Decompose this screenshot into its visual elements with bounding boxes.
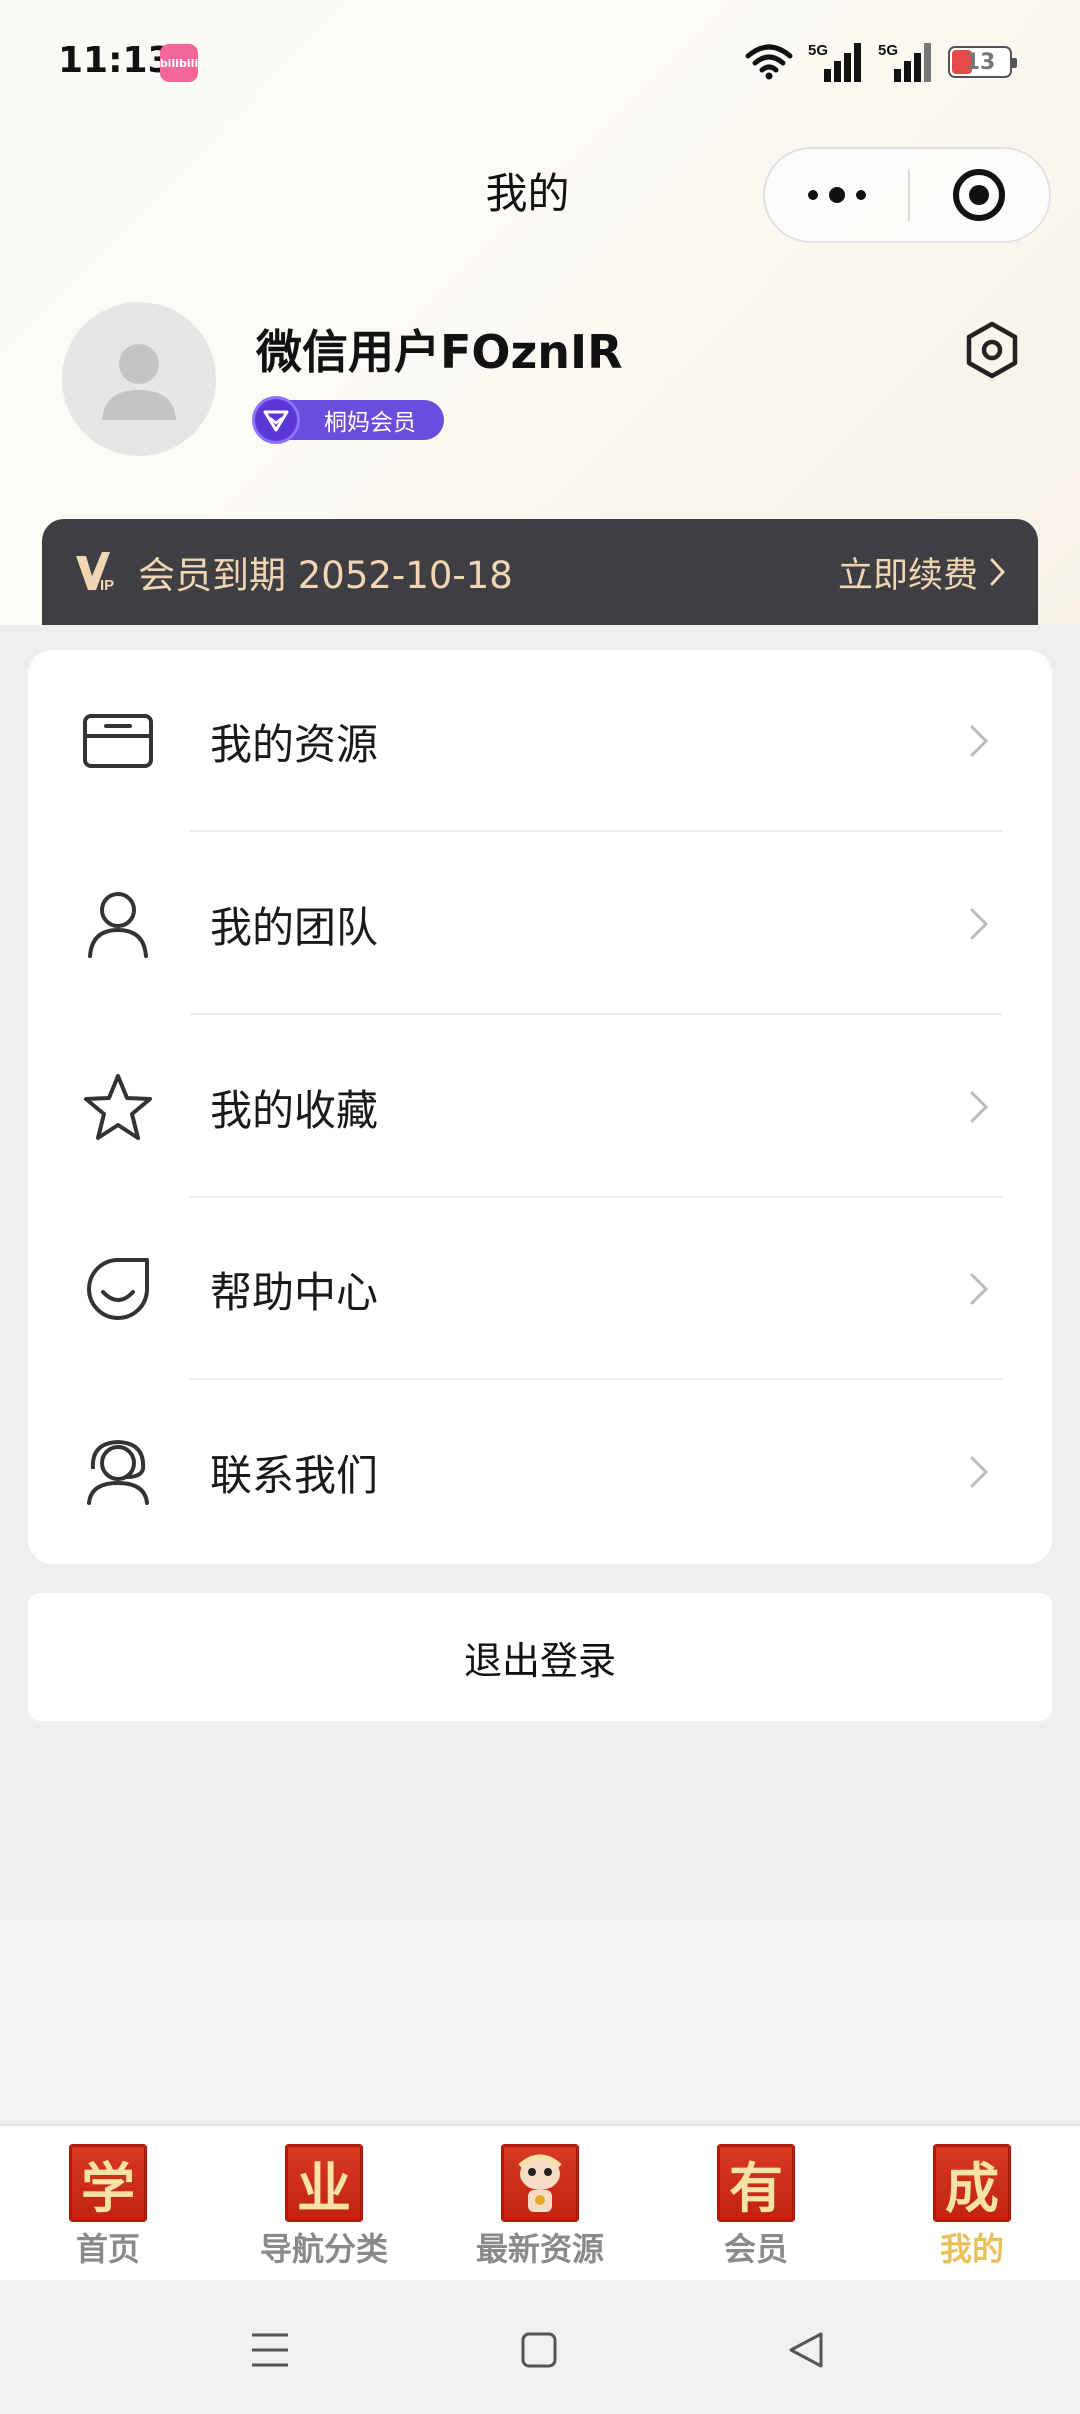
tab-membership-icon: 有 (717, 2144, 795, 2222)
cellular-signal-icon: 5G (808, 42, 861, 82)
tab-categories[interactable]: 业 导航分类 (216, 2126, 432, 2280)
close-miniprogram-button[interactable] (910, 149, 1049, 241)
vip-membership-bar[interactable]: IP 会员到期 2052-10-18 立即续费 (42, 519, 1038, 625)
tab-latest-resources[interactable]: 最新资源 (432, 2126, 648, 2280)
menu-card: 我的资源 我的团队 我的收藏 帮助中心 联系我们 (28, 650, 1052, 1564)
chevron-right-icon (970, 908, 989, 940)
bilibili-app-icon: bilibili (160, 44, 198, 82)
status-time: 11:13 (58, 40, 173, 81)
chevron-right-icon (970, 1273, 989, 1305)
menu-item-contact-us[interactable]: 联系我们 (28, 1381, 1052, 1563)
recent-apps-button[interactable] (240, 2320, 300, 2380)
chevron-right-icon (990, 558, 1006, 586)
more-button[interactable] (765, 149, 908, 241)
chevron-right-icon (970, 1091, 989, 1123)
username: 微信用户FOznIR (256, 325, 623, 379)
tab-membership[interactable]: 有 会员 (648, 2126, 864, 2280)
smile-icon (80, 1251, 156, 1327)
chevron-right-icon (970, 1456, 989, 1488)
tab-label: 最新资源 (475, 2230, 604, 2268)
battery-level: 13 (964, 49, 996, 75)
tab-label: 导航分类 (259, 2230, 388, 2268)
chevron-right-icon (970, 725, 989, 757)
vip-logo-icon: IP (76, 552, 114, 594)
wifi-icon (745, 44, 793, 80)
menu-label: 我的团队 (210, 902, 379, 952)
tab-mine[interactable]: 成 我的 (864, 2126, 1080, 2280)
menu-item-help-center[interactable]: 帮助中心 (28, 1198, 1052, 1380)
tab-label: 会员 (723, 2230, 788, 2268)
menu-lines-icon (252, 2333, 288, 2367)
member-tag-label: 桐妈会员 (324, 410, 416, 436)
system-navigation-bar (0, 2280, 1080, 2414)
cellular-signal-icon-2: 5G (878, 42, 931, 82)
tab-mine-icon: 成 (933, 2144, 1011, 2222)
member-badge: 桐妈会员 (252, 396, 444, 444)
svg-text:5G: 5G (808, 42, 828, 59)
tab-bar: 学 首页 业 导航分类 最新资源 有 会员 成 我的 (0, 2124, 1080, 2280)
person-icon (80, 886, 156, 962)
menu-label: 联系我们 (210, 1450, 379, 1500)
tab-label: 首页 (75, 2230, 140, 2268)
more-dots-icon (807, 187, 866, 203)
renew-button[interactable]: 立即续费 (838, 547, 1006, 598)
svg-text:IP: IP (100, 577, 114, 594)
tab-home-icon: 学 (69, 2144, 147, 2222)
menu-label: 我的收藏 (210, 1085, 379, 1135)
avatar[interactable] (62, 302, 216, 456)
tab-home[interactable]: 学 首页 (0, 2126, 216, 2280)
menu-item-my-favorites[interactable]: 我的收藏 (28, 1016, 1052, 1198)
tab-categories-icon: 业 (285, 2144, 363, 2222)
tab-label-active: 我的 (939, 2230, 1004, 2268)
status-bar: 11:13 bilibili 5G 5G 13 (0, 0, 1080, 130)
renew-label: 立即续费 (837, 555, 978, 596)
card-icon (80, 703, 156, 779)
menu-label: 帮助中心 (210, 1267, 379, 1317)
menu-item-my-resources[interactable]: 我的资源 (28, 650, 1052, 832)
logout-button[interactable]: 退出登录 (28, 1593, 1052, 1721)
mini-program-capsule (763, 147, 1051, 243)
diamond-badge-icon (252, 396, 300, 444)
lion-dance-icon (501, 2144, 579, 2222)
svg-text:5G: 5G (878, 42, 898, 59)
menu-item-my-team[interactable]: 我的团队 (28, 833, 1052, 1015)
battery-icon: 13 (948, 46, 1017, 78)
status-icons: 5G 5G 13 (744, 40, 1017, 84)
square-home-icon (521, 2332, 557, 2368)
divider (190, 1013, 1002, 1015)
home-button[interactable] (509, 2320, 569, 2380)
vip-expiry-text: 会员到期 2052-10-18 (138, 554, 513, 597)
settings-button[interactable] (960, 318, 1024, 382)
back-button[interactable] (776, 2320, 836, 2380)
headset-icon (80, 1434, 156, 1510)
target-circle-icon (953, 169, 1006, 221)
divider (190, 830, 1002, 832)
menu-label: 我的资源 (210, 719, 379, 769)
hexagon-settings-icon (966, 321, 1018, 379)
star-icon (80, 1069, 156, 1145)
triangle-back-icon (789, 2332, 823, 2368)
divider (190, 1378, 1002, 1380)
default-avatar-icon (102, 344, 176, 420)
page-bottom-area (0, 1920, 1080, 2120)
